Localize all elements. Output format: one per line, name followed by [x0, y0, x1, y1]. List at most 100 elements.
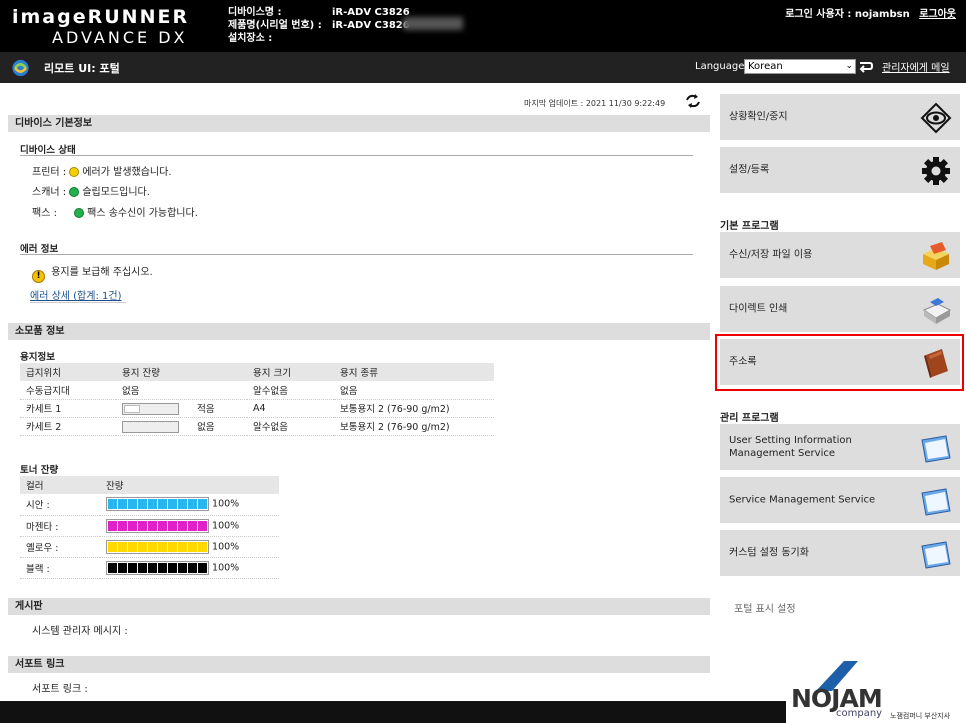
- toner-percent: 100%: [212, 520, 240, 531]
- page-title: 리모트 UI: 포털: [44, 62, 120, 75]
- error-detail-link[interactable]: 에러 상세 (합계: 1건): [30, 287, 121, 302]
- status-scanner: 스캐너 : 슬립모드입니다.: [32, 183, 150, 198]
- remote-ui-icon: [12, 59, 29, 77]
- status-monitor-button[interactable]: 상황확인/중지: [720, 94, 960, 140]
- toner-segment: [198, 541, 207, 552]
- paper-size: 알수없음: [247, 417, 334, 436]
- divider: [20, 254, 693, 255]
- login-user: nojambsn: [854, 9, 910, 20]
- toner-level-cell: 100%: [100, 494, 279, 516]
- table-row: 블랙 : 100%: [20, 557, 279, 579]
- enter-arrow-icon[interactable]: [858, 58, 874, 74]
- error-info-heading: 에러 정보: [20, 244, 59, 255]
- eye-icon: [920, 102, 952, 134]
- toner-segment: [108, 499, 117, 510]
- col-header: 급지위치: [20, 363, 116, 381]
- table-row: 옐로우 : 100%: [20, 536, 279, 558]
- logout-link[interactable]: 로그아웃: [919, 9, 956, 20]
- service-management-button[interactable]: Service Management Service: [720, 477, 960, 523]
- toner-bar: [106, 518, 209, 533]
- toner-segment: [158, 562, 167, 573]
- highlight-frame: [715, 334, 964, 391]
- col-header: 용지 잔량: [116, 363, 247, 381]
- button-label: 커스텀 설정 동기화: [729, 547, 809, 559]
- toner-color-name: 마젠타 :: [20, 515, 100, 537]
- alert-icon: !: [32, 270, 45, 283]
- status-label: 팩스 :: [32, 208, 57, 219]
- toner-segment: [168, 499, 177, 510]
- paper-type: 보통용지 2 (76-90 g/m2): [334, 417, 494, 436]
- toner-segment: [148, 562, 157, 573]
- toner-segment: [158, 499, 167, 510]
- basic-programs-heading: 기본 프로그램: [720, 221, 779, 232]
- button-label: User Setting Information Management Serv…: [729, 435, 852, 459]
- toner-segment: [198, 520, 207, 531]
- error-message: ! 용지를 보급해 주십시오.: [32, 263, 153, 283]
- settings-button[interactable]: 설정/등록: [720, 147, 960, 193]
- toner-level-cell: 100%: [100, 536, 279, 558]
- receive-files-button[interactable]: 수신/저장 파일 이용: [720, 232, 960, 278]
- login-bar: 로그인 사용자 : nojambsn 로그아웃: [785, 5, 956, 20]
- user-setting-service-button[interactable]: User Setting Information Management Serv…: [720, 424, 960, 470]
- toner-percent: 100%: [212, 541, 240, 552]
- toner-heading: 토너 잔량: [20, 465, 59, 476]
- toner-segment: [108, 562, 117, 573]
- toner-segment: [158, 541, 167, 552]
- portal-display-settings-link[interactable]: 포털 표시 설정: [734, 600, 796, 615]
- status-fax: 팩스 : 팩스 송수신이 가능합니다.: [32, 204, 198, 219]
- toner-segment: [168, 562, 177, 573]
- paper-source: 수동급지대: [20, 381, 116, 400]
- device-name: iR-ADV C3826: [332, 7, 410, 18]
- chevron-down-icon: ⌄: [845, 61, 853, 71]
- toner-segment: [108, 541, 117, 552]
- login-user-label: 로그인 사용자 :: [785, 9, 852, 20]
- button-label: 설정/등록: [729, 164, 770, 176]
- toner-segment: [198, 499, 207, 510]
- button-label: 상황확인/중지: [729, 111, 788, 123]
- button-label: 다이렉트 인쇄: [729, 303, 788, 315]
- paper-source: 카세트 2: [20, 417, 116, 436]
- toner-segment: [188, 520, 197, 531]
- mail-admin-link[interactable]: 관리자에게 메일: [882, 59, 950, 74]
- language-label: Language:: [695, 61, 748, 72]
- toner-percent: 100%: [212, 498, 240, 510]
- toner-segment: [158, 520, 167, 531]
- toner-segment: [178, 541, 187, 552]
- device-status-heading: 디바이스 상태: [20, 145, 76, 156]
- custom-sync-button[interactable]: 커스텀 설정 동기화: [720, 530, 960, 576]
- paper-table: 급지위치 용지 잔량 용지 크기 용지 종류 수동급지대 없음 알수없음 없음 …: [20, 363, 494, 436]
- toner-level-cell: 100%: [100, 557, 279, 579]
- button-label: 수신/저장 파일 이용: [729, 249, 813, 261]
- button-label: Service Management Service: [729, 494, 876, 506]
- toner-segment: [148, 520, 157, 531]
- status-text: 팩스 송수신이 가능합니다.: [87, 208, 198, 219]
- col-header: 컬러: [20, 476, 100, 494]
- toner-segment: [128, 520, 137, 531]
- paper-source: 카세트 1: [20, 399, 116, 418]
- toner-segment: [128, 541, 137, 552]
- location-label: 설치장소 :: [228, 33, 273, 44]
- toner-bar: [106, 497, 209, 512]
- toner-segment: [168, 541, 177, 552]
- table-row: 마젠타 : 100%: [20, 515, 279, 537]
- refresh-icon[interactable]: [685, 94, 701, 108]
- toner-segment: [128, 562, 137, 573]
- toner-segment: [178, 520, 187, 531]
- toner-color-name: 시안 :: [20, 494, 100, 516]
- toner-percent: 100%: [212, 562, 240, 573]
- toner-color-name: 옐로우 :: [20, 536, 100, 558]
- status-label: 프린터 :: [32, 167, 67, 178]
- paper-gauge-fill: [124, 405, 140, 414]
- direct-print-button[interactable]: 다이렉트 인쇄: [720, 286, 960, 332]
- language-select[interactable]: Korean ⌄: [744, 59, 856, 74]
- window-icon: [921, 541, 951, 569]
- paper-remain-cell: 없음: [116, 417, 247, 436]
- mgmt-programs-heading: 관리 프로그램: [720, 413, 779, 424]
- toner-segment: [118, 541, 127, 552]
- support-link-label: 서포트 링크 :: [32, 684, 88, 695]
- paper-info-heading: 용지정보: [20, 352, 55, 363]
- paper-remain-cell: 적음: [116, 399, 247, 418]
- paper-gauge: [122, 403, 179, 416]
- toner-segment: [138, 499, 147, 510]
- toner-table: 컬러 잔량 시안 : 100% 마젠타 : 100% 옐로우 : 100% 블랙…: [20, 476, 279, 579]
